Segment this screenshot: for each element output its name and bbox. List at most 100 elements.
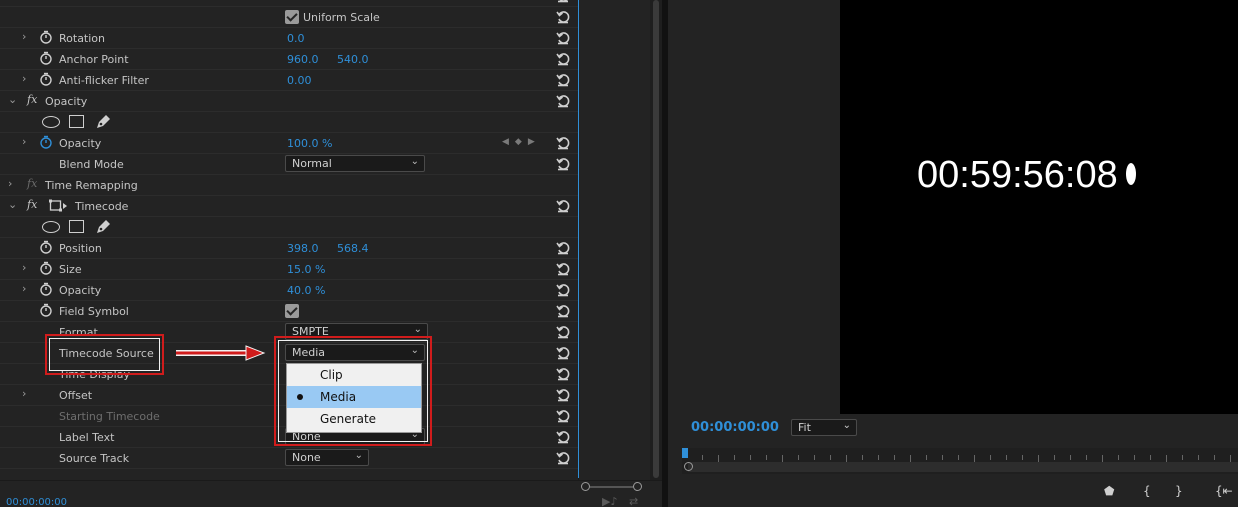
loop-icon[interactable]: ⇄ [629,495,638,507]
keyframe-navigator-icon[interactable]: ◀◆▶ [502,137,541,147]
stopwatch-icon[interactable] [39,30,53,44]
chevron-down-icon: ⌄ [354,450,363,461]
fx-icon[interactable]: fx [27,93,37,106]
position-y-value[interactable]: 568.4 [337,242,369,255]
reset-icon[interactable] [556,346,570,360]
reset-icon[interactable] [556,52,570,66]
anchor-y-value[interactable]: 540.0 [337,53,369,66]
zoom-knob-icon[interactable] [684,462,693,471]
reset-icon[interactable] [556,157,570,171]
row-timecode-group[interactable]: ⌄ fx Timecode [0,196,578,217]
anchor-x-value[interactable]: 960.0 [287,53,319,66]
expand-chevron-icon[interactable]: › [22,72,26,85]
reset-icon[interactable] [556,430,570,444]
reset-icon[interactable] [556,451,570,465]
rectangle-mask-icon[interactable] [69,115,84,128]
reset-icon[interactable] [556,367,570,381]
row-opacity-group[interactable]: ⌄ fx Opacity [0,91,578,112]
effect-controls-scrollbar[interactable] [650,0,662,480]
stopwatch-icon[interactable] [39,261,53,275]
ruler-track[interactable] [688,462,1238,472]
go-to-in-icon[interactable]: {⇤ [1215,484,1233,498]
effect-controls-timecode[interactable]: 00:00:00:00 [6,497,67,507]
size-value[interactable]: 15.0 % [287,263,325,276]
reset-icon[interactable] [556,304,570,318]
reset-icon[interactable] [556,31,570,45]
ruler-tick [1230,455,1231,462]
position-x-value[interactable]: 398.0 [287,242,319,255]
uniform-scale-checkbox[interactable] [285,10,299,24]
playhead-icon[interactable] [682,448,688,458]
video-frame[interactable]: 00:59:56:08 [840,0,1238,414]
menu-option-media[interactable]: Media [287,386,421,408]
reset-icon[interactable] [556,388,570,402]
stopwatch-icon[interactable] [39,51,53,65]
ruler-tick [974,455,975,462]
reset-icon[interactable] [556,136,570,150]
fx-icon[interactable]: fx [27,177,37,190]
stopwatch-icon[interactable] [39,72,53,86]
reset-icon[interactable] [556,409,570,423]
playhead-line[interactable] [578,0,579,478]
add-marker-icon[interactable]: ⬟ [1104,484,1114,498]
ruler-tick [942,455,943,460]
transform-icon[interactable] [49,199,69,216]
rotation-value[interactable]: 0.0 [287,32,305,45]
ruler-tick [1134,455,1135,460]
mark-in-icon[interactable]: { [1143,484,1151,498]
ellipse-mask-icon[interactable] [42,221,60,233]
ruler-tick [798,455,799,460]
reset-icon[interactable] [556,199,570,213]
blend-mode-dropdown[interactable]: Normal ⌄ [285,155,425,172]
mark-out-icon[interactable]: } [1175,484,1183,498]
zoom-handle-right-icon[interactable] [633,482,642,491]
ellipse-mask-icon[interactable] [42,116,60,128]
row-time-remapping[interactable]: › fx Time Remapping [0,175,578,196]
stopwatch-icon[interactable] [39,240,53,254]
menu-option-clip[interactable]: Clip [287,364,421,386]
fx-icon[interactable]: fx [27,198,37,211]
reset-icon[interactable] [556,283,570,297]
antiflicker-value[interactable]: 0.00 [287,74,312,87]
reset-icon[interactable] [556,73,570,87]
menu-option-generate[interactable]: Generate [287,408,421,430]
stopwatch-active-icon[interactable] [39,135,53,149]
pen-mask-icon[interactable] [94,218,112,236]
collapse-chevron-icon[interactable]: ⌄ [8,93,17,106]
timecode-opacity-value[interactable]: 40.0 % [287,284,325,297]
playhead-timecode[interactable]: 00:00:00:00 [691,420,779,435]
scrollbar-thumb[interactable] [653,0,659,478]
ruler-tick [766,455,767,460]
zoom-handle-left-icon[interactable] [581,482,590,491]
row-uniform-scale: Uniform Scale [0,7,578,28]
source-track-value: None [292,451,321,464]
ruler-tick [878,455,879,460]
offset-label: Offset [59,389,93,402]
expand-chevron-icon[interactable]: › [8,177,12,190]
field-symbol-checkbox[interactable] [285,304,299,318]
zoom-bar[interactable] [590,486,633,488]
reset-icon[interactable] [556,262,570,276]
pen-mask-icon[interactable] [94,113,112,131]
reset-icon[interactable] [556,241,570,255]
rectangle-mask-icon[interactable] [69,220,84,233]
effect-controls-timeline[interactable] [578,0,650,480]
expand-chevron-icon[interactable]: › [22,261,26,274]
time-ruler[interactable] [682,448,1238,474]
expand-chevron-icon[interactable]: › [22,30,26,43]
source-track-dropdown[interactable]: None ⌄ [285,449,369,466]
expand-chevron-icon[interactable]: › [22,135,26,148]
stopwatch-icon[interactable] [39,282,53,296]
reset-icon[interactable] [556,0,570,3]
opacity-value[interactable]: 100.0 % [287,137,332,150]
zoom-dropdown[interactable]: Fit ⌄ [791,419,857,436]
expand-chevron-icon[interactable]: › [22,282,26,295]
stopwatch-icon[interactable] [39,303,53,317]
expand-chevron-icon[interactable]: › [22,387,26,400]
reset-icon[interactable] [556,325,570,339]
reset-icon[interactable] [556,94,570,108]
play-audio-icon[interactable]: ▶♪ [602,495,617,507]
reset-icon[interactable] [556,10,570,24]
row-position: Position 398.0 568.4 [0,238,578,259]
collapse-chevron-icon[interactable]: ⌄ [8,198,17,211]
